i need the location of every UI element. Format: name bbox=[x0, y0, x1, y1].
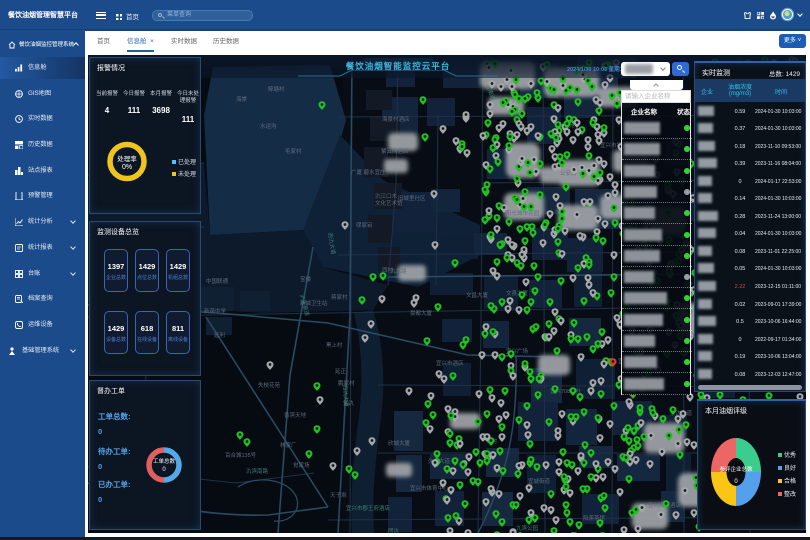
svg-text:紫云间酒店: 紫云间酒店 bbox=[381, 147, 409, 155]
svg-text:蒋家村: 蒋家村 bbox=[331, 293, 348, 301]
svg-text:中国联通: 中国联通 bbox=[206, 277, 229, 285]
svg-text:文昌大厦: 文昌大厦 bbox=[466, 291, 489, 299]
svg-text:水运沟: 水运沟 bbox=[260, 122, 277, 130]
svg-text:毛家村: 毛家村 bbox=[285, 147, 302, 155]
svg-text:林家厂: 林家厂 bbox=[280, 441, 297, 449]
svg-text:宜兴市郡王府酒店: 宜兴市郡王府酒店 bbox=[346, 504, 391, 512]
svg-text:海棠: 海棠 bbox=[236, 95, 248, 103]
svg-text:新英中学: 新英中学 bbox=[204, 307, 227, 315]
svg-text:黑上村: 黑上村 bbox=[326, 341, 343, 349]
svg-text:香滨天地: 香滨天地 bbox=[284, 411, 307, 419]
svg-text:鲸塘村: 鲸塘村 bbox=[268, 85, 285, 93]
svg-text:氿滨南路: 氿滨南路 bbox=[246, 467, 269, 475]
svg-text:旧城里社区: 旧城里社区 bbox=[398, 194, 426, 202]
svg-text:延利: 延利 bbox=[214, 331, 225, 339]
svg-text:宜城街道: 宜城街道 bbox=[528, 477, 551, 485]
svg-text:欣城大厦: 欣城大厦 bbox=[388, 439, 411, 447]
svg-text:觉家场: 觉家场 bbox=[293, 461, 310, 469]
svg-text:九滨公园: 九滨公园 bbox=[516, 524, 539, 532]
svg-text:延正: 延正 bbox=[335, 367, 347, 375]
svg-text:宝楼: 宝楼 bbox=[300, 275, 312, 283]
svg-text:失枝花苑: 失枝花苑 bbox=[258, 381, 281, 389]
svg-text:氿北路: 氿北路 bbox=[390, 267, 407, 275]
svg-text:豪都大厦: 豪都大厦 bbox=[410, 309, 433, 317]
svg-text:百合城135号: 百合城135号 bbox=[225, 451, 257, 459]
svg-text:广厦 碧水宜庄: 广厦 碧水宜庄 bbox=[351, 168, 386, 176]
svg-text:缪家宕: 缪家宕 bbox=[356, 221, 373, 229]
svg-text:宜兴市酒店: 宜兴市酒店 bbox=[436, 359, 464, 367]
svg-text:天子圳: 天子圳 bbox=[330, 491, 347, 499]
svg-text:海景村酒店: 海景村酒店 bbox=[382, 115, 410, 123]
